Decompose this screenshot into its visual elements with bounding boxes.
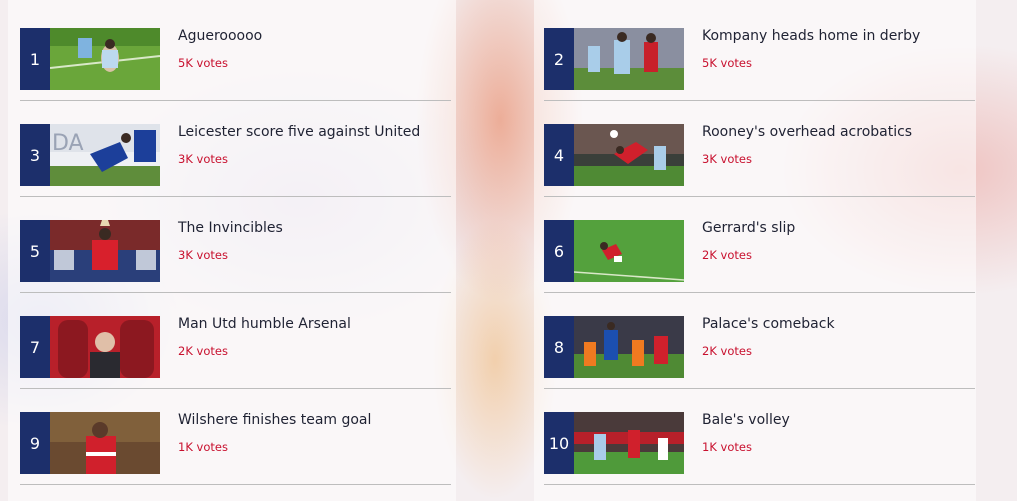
list-item[interactable]: 4 Rooney's overhead acrobatics 3K votes [544,101,975,197]
list-item[interactable]: 5 The Invincibles 3K votes [20,197,451,293]
list-item[interactable]: 10 Bale's volley 1K votes [544,389,975,485]
list-item[interactable]: 3 DA Leicester score five against United… [20,101,451,197]
rank-badge: 5 [20,220,50,282]
thumbnail-image[interactable] [50,28,160,90]
item-title[interactable]: The Invincibles [178,220,283,236]
list-item[interactable]: 9 Wilshere finishes team goal 1K votes [20,389,451,485]
svg-text:DA: DA [52,131,84,156]
rank-badge: 10 [544,412,574,474]
rank-badge: 2 [544,28,574,90]
list-item[interactable]: 6 Gerrard's slip 2K votes [544,197,975,293]
item-title[interactable]: Man Utd humble Arsenal [178,316,351,332]
rank-badge: 9 [20,412,50,474]
rank-badge: 3 [20,124,50,186]
item-title[interactable]: Gerrard's slip [702,220,795,236]
vote-count: 1K votes [702,440,752,454]
list-item[interactable]: 7 Man Utd humble Arsenal 2K votes [20,293,451,389]
item-title[interactable]: Bale's volley [702,412,790,428]
vote-count: 5K votes [702,56,752,70]
item-title[interactable]: Palace's comeback [702,316,835,332]
list-item[interactable]: 1 Aguerooooo 5K votes [20,5,451,101]
thumbnail-image[interactable] [50,220,160,282]
vote-count: 3K votes [178,152,228,166]
list-item[interactable]: 8 Palace's comeback 2K votes [544,293,975,389]
rank-badge: 7 [20,316,50,378]
thumbnail-image[interactable]: DA [50,124,160,186]
rank-badge: 8 [544,316,574,378]
vote-count: 2K votes [702,248,752,262]
thumbnail-image[interactable] [50,316,160,378]
vote-count: 3K votes [178,248,228,262]
thumbnail-image[interactable] [574,220,684,282]
vote-count: 1K votes [178,440,228,454]
item-title[interactable]: Leicester score five against United [178,124,420,140]
thumbnail-image[interactable] [574,28,684,90]
thumbnail-image[interactable] [50,412,160,474]
item-title[interactable]: Rooney's overhead acrobatics [702,124,912,140]
vote-count: 3K votes [702,152,752,166]
rank-badge: 1 [20,28,50,90]
item-title[interactable]: Aguerooooo [178,28,262,44]
thumbnail-image[interactable] [574,412,684,474]
thumbnail-image[interactable] [574,124,684,186]
rank-badge: 6 [544,220,574,282]
vote-count: 2K votes [702,344,752,358]
rank-badge: 4 [544,124,574,186]
vote-count: 5K votes [178,56,228,70]
item-title[interactable]: Kompany heads home in derby [702,28,920,44]
list-item[interactable]: 2 Kompany heads home in derby 5K votes [544,5,975,101]
item-title[interactable]: Wilshere finishes team goal [178,412,371,428]
thumbnail-image[interactable] [574,316,684,378]
vote-count: 2K votes [178,344,228,358]
